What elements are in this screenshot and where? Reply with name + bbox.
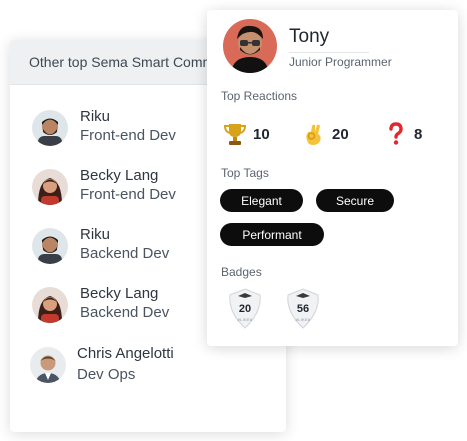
badge-number: 56 — [296, 303, 310, 315]
woman-avatar — [32, 169, 68, 205]
commenter-name: Becky Lang — [80, 167, 159, 184]
badge-subtext: #LIKE# — [237, 317, 253, 322]
commenter-role: Front-end Dev — [80, 127, 176, 144]
profile-name: Tony — [289, 26, 330, 47]
reaction-count: 8 — [414, 125, 423, 143]
commenter-role: Backend Dev — [80, 304, 170, 321]
badge-subtext: #LIKE# — [295, 317, 311, 322]
top-reactions-label: Top Reactions — [221, 89, 298, 103]
tag-performant[interactable]: Performant — [220, 223, 324, 246]
reaction-count: 20 — [332, 125, 349, 143]
woman-avatar — [32, 287, 68, 323]
commenter-role: Dev Ops — [77, 366, 136, 383]
commenter-name: Riku — [80, 108, 111, 125]
question-mark-icon — [384, 121, 408, 147]
commenter-role: Front-end Dev — [80, 186, 176, 203]
commenter-name: Chris Angelotti — [77, 345, 174, 362]
name-divider — [289, 52, 369, 53]
reaction-question: 8 — [384, 121, 422, 147]
tag-elegant[interactable]: Elegant — [220, 189, 303, 212]
trophy-icon — [223, 121, 247, 147]
badge-number: 20 — [238, 303, 252, 315]
profile-avatar — [223, 19, 277, 73]
commenter-role: Backend Dev — [80, 245, 170, 262]
profile-card: Tony Junior Programmer Top Reactions 10 … — [207, 10, 458, 346]
list-item[interactable]: Chris Angelotti Dev Ops — [10, 342, 286, 390]
man-suit-avatar — [30, 347, 66, 383]
reaction-trophy: 10 — [223, 121, 270, 147]
reaction-count: 10 — [253, 125, 270, 143]
tag-secure[interactable]: Secure — [316, 189, 394, 212]
commenter-name: Becky Lang — [80, 285, 159, 302]
reaction-ok-hand: 20 — [302, 121, 349, 147]
commenter-name: Riku — [80, 226, 111, 243]
badge: 56 #LIKE# — [283, 286, 323, 330]
badge: 20 #LIKE# — [225, 286, 265, 330]
top-tags-label: Top Tags — [221, 166, 269, 180]
man-avatar — [32, 228, 68, 264]
profile-title: Junior Programmer — [289, 55, 392, 69]
badges-label: Badges — [221, 265, 262, 279]
man-avatar — [32, 110, 68, 146]
ok-hand-icon — [302, 121, 326, 147]
